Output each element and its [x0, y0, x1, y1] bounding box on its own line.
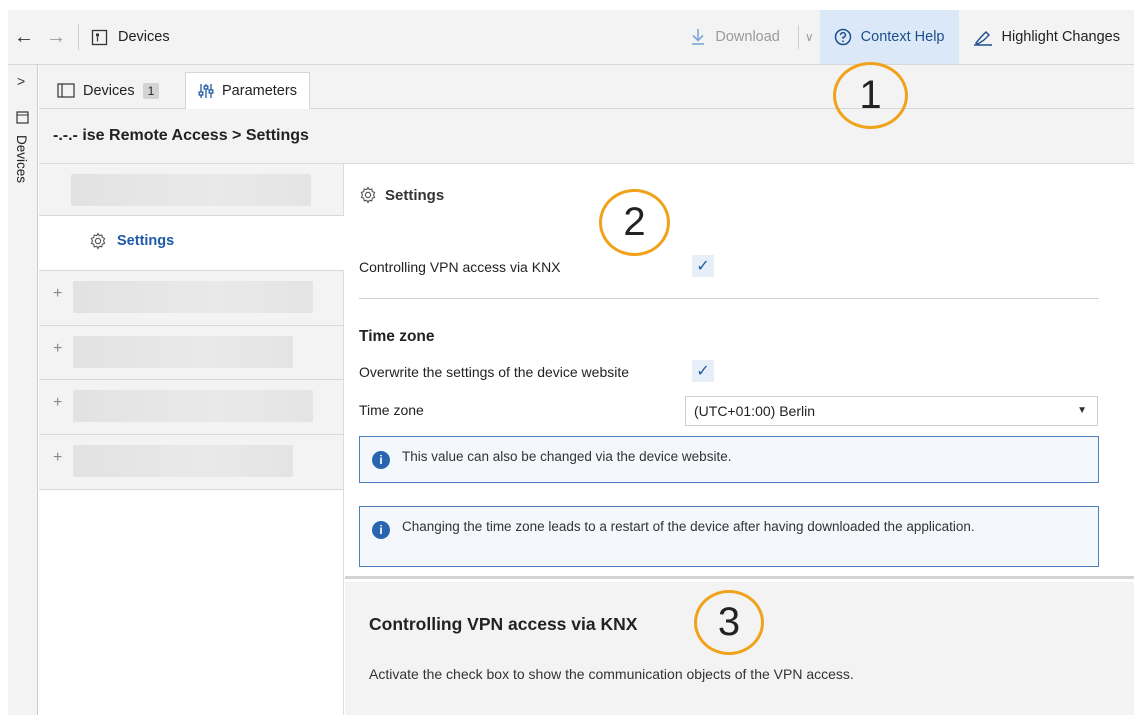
tree-item[interactable]: [39, 164, 344, 216]
highlight-changes-label: Highlight Changes: [1001, 29, 1121, 45]
section-title: Settings: [359, 186, 444, 204]
sliders-icon: [198, 84, 214, 98]
toolbar-title: Devices: [118, 29, 170, 45]
tree-item[interactable]: +: [39, 271, 344, 326]
devices-count-badge: 1: [142, 82, 160, 99]
devices-tab-icon: [57, 83, 75, 98]
device-panel-icon: [91, 29, 108, 45]
devices-rail: > Devices: [8, 65, 38, 715]
annotation-callout: 2: [599, 189, 670, 256]
expand-plus-icon[interactable]: +: [53, 285, 62, 303]
overwrite-settings-label: Overwrite the settings of the device web…: [359, 364, 630, 380]
help-icon: [834, 28, 851, 46]
info-text: This value can also be changed via the d…: [402, 449, 732, 464]
tab-bar: Devices 1 Parameters: [39, 65, 1134, 110]
chevron-down-icon[interactable]: ∨: [805, 30, 820, 44]
highlighter-icon: [973, 31, 992, 46]
info-icon: i: [372, 451, 390, 469]
vpn-access-label: Controlling VPN access via KNX: [359, 259, 561, 275]
tab-parameters[interactable]: Parameters: [185, 72, 310, 110]
tab-devices-label: Devices: [83, 82, 135, 99]
download-icon: [692, 29, 705, 45]
redacted-label: [73, 281, 313, 313]
tree-empty-area: [39, 490, 344, 715]
section-title-text: Settings: [385, 186, 445, 204]
breadcrumb-text: -.-.- ise Remote Access > Settings: [53, 127, 309, 144]
forward-icon[interactable]: →: [40, 26, 72, 49]
redacted-label: [71, 174, 311, 206]
time-zone-value: (UTC+01:00) Berlin: [694, 403, 815, 419]
download-split: [797, 25, 799, 49]
context-help-button[interactable]: Context Help: [819, 10, 959, 64]
context-help-label: Context Help: [860, 29, 945, 45]
parameter-panel: Settings Controlling VPN access via KNX …: [345, 164, 1134, 579]
time-zone-group-title: Time zone: [359, 328, 435, 345]
info-icon: i: [372, 521, 390, 539]
breadcrumb: -.-.- ise Remote Access > Settings: [39, 109, 1134, 164]
annotation-callout: 3: [694, 590, 764, 655]
redacted-label: [73, 390, 313, 422]
overwrite-settings-checkbox[interactable]: ✓: [692, 360, 714, 382]
redacted-label: [73, 336, 293, 368]
back-icon[interactable]: ←: [8, 26, 40, 49]
tab-parameters-label: Parameters: [222, 83, 297, 99]
device-panel-icon[interactable]: [16, 111, 29, 124]
divider: [359, 298, 1099, 299]
expand-plus-icon[interactable]: +: [53, 394, 62, 412]
tree-item[interactable]: +: [39, 435, 344, 490]
toolbar: ← → Devices Download ∨ Context Help High…: [8, 10, 1134, 65]
gear-icon: [360, 186, 376, 204]
time-zone-label: Time zone: [359, 402, 424, 418]
help-text: Activate the check box to show the commu…: [369, 666, 854, 682]
help-title: Controlling VPN access via KNX: [369, 614, 638, 634]
toolbar-devices[interactable]: Devices: [91, 29, 170, 46]
gear-icon: [90, 232, 106, 250]
tree-item-settings-label: Settings: [117, 233, 175, 249]
toolbar-separator: [78, 24, 79, 50]
annotation-callout: 1: [833, 62, 908, 129]
info-box: i Changing the time zone leads to a rest…: [359, 506, 1099, 567]
redacted-label: [73, 445, 293, 477]
rail-devices-label[interactable]: Devices: [14, 135, 29, 183]
tree-item[interactable]: +: [39, 380, 344, 435]
info-text: Changing the time zone leads to a restar…: [402, 519, 975, 534]
info-box: i This value can also be changed via the…: [359, 436, 1099, 483]
tab-devices[interactable]: Devices 1: [45, 72, 171, 109]
expand-arrow-icon[interactable]: >: [17, 73, 25, 89]
download-label: Download: [715, 29, 780, 45]
tree-item-settings[interactable]: Settings: [39, 216, 344, 271]
expand-plus-icon[interactable]: +: [53, 340, 62, 358]
expand-plus-icon[interactable]: +: [53, 449, 62, 467]
download-button[interactable]: Download: [676, 10, 794, 64]
vpn-access-checkbox[interactable]: ✓: [692, 255, 714, 277]
highlight-changes-button[interactable]: Highlight Changes: [959, 10, 1134, 64]
parameter-tree: Settings + + + +: [39, 164, 344, 490]
dropdown-caret-icon: ▼: [1077, 405, 1087, 416]
time-zone-select[interactable]: (UTC+01:00) Berlin ▼: [685, 396, 1098, 426]
tree-item[interactable]: +: [39, 326, 344, 380]
